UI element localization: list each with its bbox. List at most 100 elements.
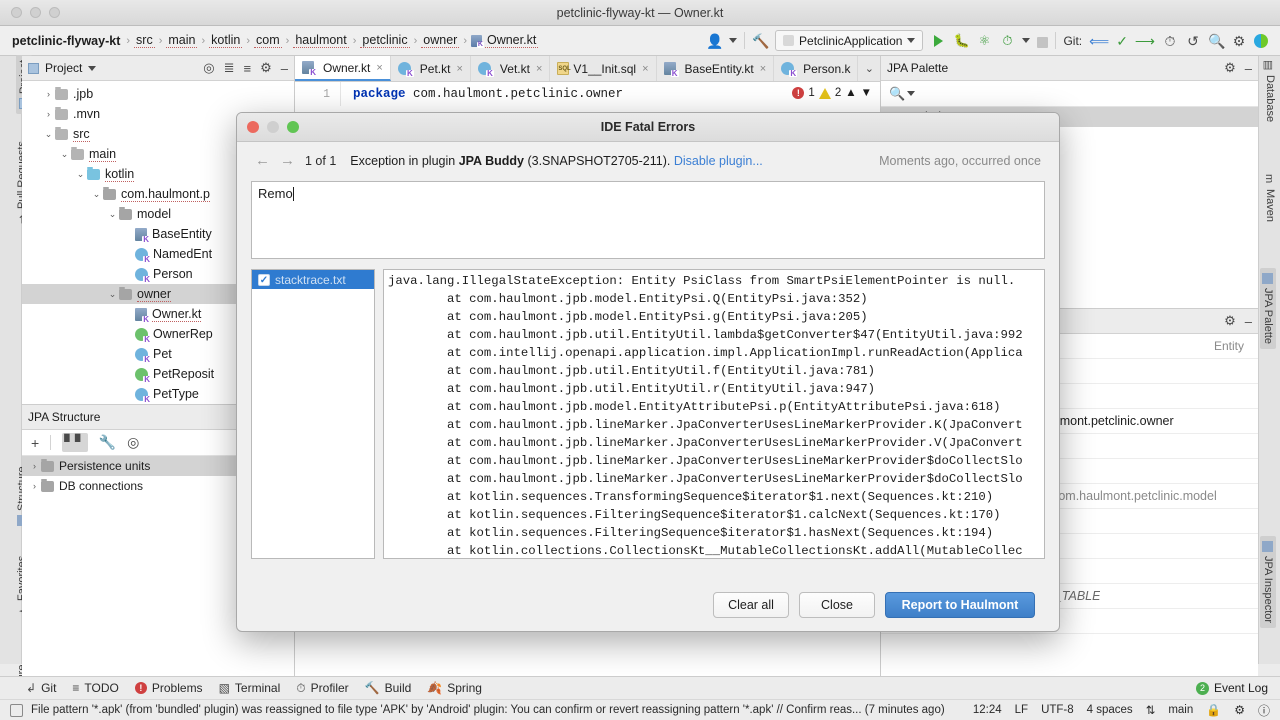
expand-all-icon[interactable]: ≣: [224, 60, 235, 76]
run-configuration-selector[interactable]: PetclinicApplication: [775, 30, 924, 51]
build-hammer-icon[interactable]: 🔨: [752, 33, 769, 49]
run-icon[interactable]: [930, 33, 946, 49]
editor-tab[interactable]: Owner.kt ×: [295, 56, 391, 81]
profiler-icon[interactable]: ⏱: [999, 33, 1015, 49]
notification-icon[interactable]: [10, 703, 23, 717]
info-icon[interactable]: ⓘ: [1258, 702, 1270, 719]
breadcrumb-item-main[interactable]: main: [166, 33, 198, 48]
breadcrumb-item-file[interactable]: Owner.kt: [484, 33, 539, 48]
tree-expand-arrow-icon[interactable]: ⌄: [74, 169, 87, 180]
coverage-icon[interactable]: ⚛: [976, 33, 992, 49]
tree-expand-arrow-icon[interactable]: ›: [28, 481, 41, 491]
debug-icon[interactable]: 🐛: [953, 33, 969, 49]
rollback-icon[interactable]: ↺: [1185, 33, 1201, 49]
editor-tab[interactable]: Pet.kt ×: [391, 56, 471, 81]
target-icon[interactable]: ◎: [127, 434, 139, 451]
collapse-all-icon[interactable]: ≡: [244, 61, 252, 76]
locate-icon[interactable]: ◎: [203, 60, 214, 76]
sidebar-item-maven[interactable]: m Maven: [1264, 174, 1277, 222]
git-push-icon[interactable]: ⟶: [1135, 33, 1155, 49]
close-button[interactable]: Close: [799, 592, 875, 618]
close-tab-icon[interactable]: ×: [760, 63, 766, 75]
breadcrumb-item-petclinic[interactable]: petclinic: [360, 33, 410, 48]
editor-tab[interactable]: Vet.kt ×: [471, 56, 551, 81]
git-commit-icon[interactable]: ✓: [1116, 33, 1128, 49]
hide-panel-icon[interactable]: –: [1245, 61, 1252, 76]
breadcrumb-item-owner[interactable]: owner: [421, 33, 460, 48]
bottom-tab-git[interactable]: ↲ Git: [26, 681, 56, 695]
line-separator[interactable]: LF: [1015, 704, 1028, 716]
tree-expand-arrow-icon[interactable]: ⌄: [106, 289, 119, 300]
checkbox-icon[interactable]: ✓: [258, 273, 270, 286]
chevron-down-icon[interactable]: [729, 38, 738, 43]
more-tabs-chevron-icon[interactable]: ⌄: [859, 56, 880, 81]
prev-problem-icon[interactable]: ▲: [845, 87, 856, 99]
disable-plugin-link[interactable]: Disable plugin...: [674, 154, 763, 168]
breadcrumb-item-kotlin[interactable]: kotlin: [209, 33, 243, 48]
git-update-icon[interactable]: ⟸: [1089, 33, 1109, 49]
event-log-button[interactable]: 2 Event Log: [1195, 681, 1280, 695]
editor-tab[interactable]: Person.k: [774, 56, 859, 81]
sidebar-item-jpa-palette[interactable]: JPA Palette: [1260, 268, 1276, 350]
add-icon[interactable]: +: [31, 435, 39, 451]
tree-expand-arrow-icon[interactable]: ⌄: [106, 209, 119, 220]
ai-assistant-icon[interactable]: [1254, 34, 1268, 48]
tree-expand-arrow-icon[interactable]: ›: [28, 461, 41, 471]
comment-input[interactable]: Remo: [251, 181, 1045, 259]
breadcrumb-item-haulmont[interactable]: haulmont: [293, 33, 349, 48]
bottom-tab-spring[interactable]: 🍂 Spring: [427, 681, 482, 695]
breadcrumb-item-src[interactable]: src: [134, 33, 155, 48]
caret-position[interactable]: 12:24: [973, 704, 1002, 716]
clear-all-button[interactable]: Clear all: [713, 592, 789, 618]
chevron-down-icon[interactable]: [1022, 38, 1031, 43]
hide-panel-icon[interactable]: –: [281, 61, 288, 76]
code-text[interactable]: package com.haulmont.petclinic.owner: [341, 87, 623, 101]
close-tab-icon[interactable]: ×: [536, 63, 542, 75]
close-tab-icon[interactable]: ×: [376, 62, 382, 74]
stacktrace-viewer[interactable]: java.lang.IllegalStateException: Entity …: [383, 269, 1045, 559]
indent-setting[interactable]: 4 spaces: [1087, 704, 1133, 716]
gear-icon[interactable]: ⚙: [260, 60, 272, 76]
bottom-tab-todo[interactable]: ≡ TODO: [72, 681, 118, 695]
attachment-item-stacktrace[interactable]: ✓ stacktrace.txt: [252, 270, 374, 289]
git-branch[interactable]: main: [1168, 704, 1193, 716]
bottom-tab-profiler[interactable]: ⏱ Profiler: [296, 681, 348, 696]
editor-tab[interactable]: BaseEntity.kt ×: [657, 56, 775, 81]
next-error-icon[interactable]: →: [280, 152, 295, 169]
gear-icon[interactable]: ⚙: [1231, 33, 1247, 49]
columns-icon[interactable]: ▘▘: [62, 433, 88, 452]
breadcrumb-project[interactable]: petclinic-flyway-kt: [10, 34, 122, 48]
history-icon[interactable]: ⏱: [1162, 33, 1178, 49]
report-to-haulmont-button[interactable]: Report to Haulmont: [885, 592, 1035, 618]
tree-expand-arrow-icon[interactable]: ⌄: [42, 129, 55, 140]
inspection-widget[interactable]: ! 1 2 ▲ ▼: [792, 87, 872, 99]
chevron-down-icon[interactable]: [907, 91, 916, 96]
editor-tab[interactable]: SQL V1__Init.sql ×: [550, 56, 657, 81]
chevron-down-icon[interactable]: [88, 65, 97, 71]
lock-icon[interactable]: 🔒: [1206, 703, 1221, 717]
tree-expand-arrow-icon[interactable]: ⌄: [90, 189, 103, 200]
bottom-tab-build[interactable]: 🔨 Build: [365, 681, 412, 695]
sidebar-item-jpa-inspector[interactable]: JPA Inspector: [1260, 536, 1276, 629]
gear-icon[interactable]: ⚙: [1224, 60, 1236, 76]
wrench-icon[interactable]: 🔧: [99, 434, 116, 451]
tree-expand-arrow-icon[interactable]: ›: [42, 89, 55, 99]
attachments-list[interactable]: ✓ stacktrace.txt: [251, 269, 375, 559]
file-encoding[interactable]: UTF-8: [1041, 704, 1074, 716]
gear-icon[interactable]: ⚙: [1224, 313, 1236, 329]
previous-error-icon[interactable]: ←: [255, 152, 270, 169]
project-tree-row[interactable]: › .jpb: [22, 84, 294, 104]
close-tab-icon[interactable]: ×: [456, 63, 462, 75]
status-message[interactable]: File pattern '*.apk' (from 'bundled' plu…: [31, 704, 945, 716]
sidebar-item-database[interactable]: ▤ Database: [1263, 60, 1277, 122]
close-tab-icon[interactable]: ×: [642, 63, 648, 75]
breadcrumb-item-com[interactable]: com: [254, 33, 282, 48]
search-icon[interactable]: 🔍: [1208, 33, 1225, 49]
next-problem-icon[interactable]: ▼: [861, 87, 872, 99]
bottom-tab-problems[interactable]: ! Problems: [134, 681, 203, 695]
bottom-tab-terminal[interactable]: ▧ Terminal: [219, 681, 281, 695]
jpa-palette-search[interactable]: 🔍: [881, 81, 1258, 107]
inspection-gear-icon[interactable]: ⚙: [1234, 703, 1245, 717]
tree-expand-arrow-icon[interactable]: ⌄: [58, 149, 71, 160]
tree-expand-arrow-icon[interactable]: ›: [42, 109, 55, 119]
